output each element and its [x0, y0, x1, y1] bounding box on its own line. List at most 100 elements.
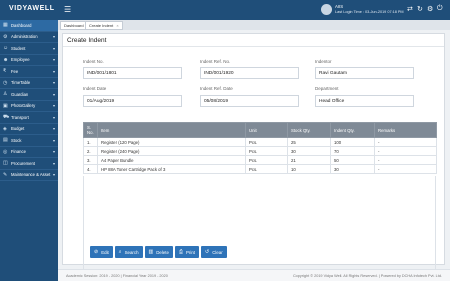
table-row[interactable]: 2. Register (240 Page) Pcs. 30 70 -: [83, 146, 437, 156]
search-label: Search: [124, 249, 139, 255]
indentor-field[interactable]: Ravi Gautam: [315, 67, 414, 79]
close-icon[interactable]: ×: [116, 23, 118, 28]
table-cell: Register (240 Page): [97, 146, 246, 156]
table-cell: 50: [330, 155, 375, 165]
budget-icon: ◈: [3, 125, 7, 132]
sidebar-item-label: Dashboard: [11, 22, 32, 28]
search-button[interactable]: ⌕ Search: [114, 246, 143, 258]
sidebar-item-dashboard[interactable]: ▦ Dashboard: [0, 20, 58, 32]
table-cell: -: [374, 137, 437, 147]
app-logo: VIDYAWELL: [9, 5, 55, 12]
table-cell: 30: [287, 146, 331, 156]
dashboard-icon: ▦: [3, 22, 8, 29]
student-icon: ☺: [3, 45, 9, 52]
edit-button[interactable]: ⊘ Edit: [90, 246, 113, 258]
tab-dashboard-label: Dashboard: [64, 23, 84, 28]
print-button[interactable]: ⎙ Print: [174, 246, 199, 258]
sidebar-item-label: Transport: [11, 114, 29, 120]
sidebar-item-label: Guardian: [11, 91, 29, 97]
table-row[interactable]: 3. A4 Paper Bundle Pcs. 21 50 -: [83, 155, 437, 165]
table-row[interactable]: 1. Register (120 Page) Pcs. 25 100 -: [83, 137, 437, 147]
table-cell: 25: [287, 137, 331, 147]
sidebar-item-label: PhotoGallery: [11, 103, 36, 109]
chevron-down-icon: ▾: [52, 45, 55, 51]
sidebar-item-timetable[interactable]: ◷ TimeTable ▾: [0, 78, 58, 89]
column-header: Stock Qty.: [287, 122, 331, 138]
sidebar-item-label: Procurement: [11, 160, 35, 166]
edit-icon: ⊘: [94, 249, 99, 255]
menu-toggle-icon[interactable]: ☰: [64, 5, 71, 14]
delete-label: Delete: [156, 249, 169, 255]
sidebar: ▦ Dashboard ⚙ Administration ▾ ☺ Student ▾ ☻ Empl…: [0, 20, 58, 281]
sidebar-item-transport[interactable]: ⛟ Transport ▾: [0, 112, 58, 124]
chevron-down-icon: ▾: [52, 57, 55, 63]
table-cell: 100: [330, 137, 375, 147]
settings-icon[interactable]: ⚙: [427, 5, 433, 13]
refresh-icon: ↺: [205, 249, 210, 255]
sidebar-item-fee[interactable]: ₹ Fee ▾: [0, 66, 58, 78]
top-bar: VIDYAWELL ☰ AIIS Last Login Time : 03-Ju…: [0, 0, 450, 20]
sidebar-item-photogallery[interactable]: ▣ PhotoGallery ▾: [0, 101, 58, 112]
table-empty-area: [83, 176, 436, 278]
chevron-down-icon: ▾: [52, 126, 55, 132]
divider: [63, 46, 444, 47]
column-header: Remarks: [374, 122, 437, 138]
sidebar-item-procurement[interactable]: ◫ Procurement ▾: [0, 158, 58, 170]
refresh-icon[interactable]: ↻: [417, 5, 423, 13]
chevron-down-icon: ▾: [52, 149, 55, 155]
print-icon: ⎙: [178, 249, 183, 255]
action-toolbar: ⊘ Edit ⌕ Search ▥ Delete ⎙ Print ↺ Clear: [90, 246, 227, 258]
table-cell: 1.: [83, 137, 98, 147]
chevron-down-icon: ▾: [52, 172, 55, 178]
sidebar-item-finance[interactable]: ◎ Finance ▾: [0, 147, 58, 158]
sidebar-item-label: Budget: [11, 126, 25, 132]
chevron-down-icon: ▾: [52, 80, 55, 86]
table-cell: 4.: [83, 164, 98, 174]
chevron-down-icon: ▾: [52, 103, 55, 109]
sidebar-item-maintenance-asset[interactable]: ✎ Maintenance & Asset ▾: [0, 170, 58, 181]
indent-items-table: S. No. Item Unit Stock Qty. Indent Qty. …: [83, 122, 437, 174]
tab-dashboard[interactable]: Dashboard: [60, 21, 88, 30]
sidebar-item-employee[interactable]: ☻ Employee ▾: [0, 55, 58, 66]
indent-ref-date-field[interactable]: 05/08/2019: [200, 95, 299, 107]
footer: Academic Session: 2019 - 2020 | Financia…: [58, 269, 450, 281]
department-field[interactable]: Head Office: [315, 95, 414, 107]
finance-icon: ◎: [3, 148, 8, 155]
sidebar-item-label: Stock: [11, 137, 22, 143]
sidebar-item-administration[interactable]: ⚙ Administration ▾: [0, 32, 58, 43]
column-header: Item: [97, 122, 246, 138]
sidebar-item-budget[interactable]: ◈ Budget ▾: [0, 124, 58, 135]
power-icon[interactable]: ⏻: [437, 5, 443, 13]
sidebar-item-stock[interactable]: ▤ Stock ▾: [0, 135, 58, 147]
delete-button[interactable]: ▥ Delete: [144, 246, 173, 258]
footer-copyright: Copyright © 2019 Vidya Well. All Rights …: [292, 274, 442, 278]
guardian-icon: ♙: [3, 91, 8, 98]
chevron-down-icon: ▾: [52, 160, 55, 166]
sidebar-item-guardian[interactable]: ♙ Guardian ▾: [0, 89, 58, 101]
chevron-down-icon: ▾: [52, 68, 55, 74]
indent-ref-date-label: Indent Ref. Date: [200, 86, 233, 91]
footer-session: Academic Session: 2019 - 2020 | Financia…: [66, 274, 168, 278]
indent-date-field[interactable]: 01/Aug/2019: [83, 95, 182, 107]
tab-create-indent[interactable]: Create Indent ×: [85, 21, 123, 30]
indent-no-field[interactable]: IND/001/1801: [83, 67, 182, 79]
chevron-down-icon: ▾: [52, 91, 55, 97]
last-login-time: Last Login Time : 03-Jun-2019 07:18 PM: [335, 10, 404, 14]
clear-button[interactable]: ↺ Clear: [201, 246, 227, 258]
table-cell: Pcs.: [245, 155, 288, 165]
timetable-icon: ◷: [3, 79, 8, 86]
table-cell: Pcs.: [245, 146, 288, 156]
chevron-down-icon: ▾: [52, 34, 55, 40]
table-row[interactable]: 4. HP 88A Toner Cartridge Pack of 3 Pcs.…: [83, 164, 437, 174]
avatar[interactable]: [321, 4, 332, 15]
indent-ref-no-field[interactable]: IND/001/1920: [200, 67, 299, 79]
swap-icon[interactable]: ⇄: [407, 5, 413, 13]
fee-icon: ₹: [3, 68, 7, 75]
sidebar-item-student[interactable]: ☺ Student ▾: [0, 43, 58, 55]
indent-no-label: Indent No.: [83, 59, 104, 64]
print-label: Print: [185, 249, 195, 255]
transport-icon: ⛟: [3, 113, 10, 120]
table-cell: 70: [330, 146, 375, 156]
indent-ref-no-label: Indent Ref. No.: [200, 59, 231, 64]
employee-icon: ☻: [3, 56, 9, 63]
